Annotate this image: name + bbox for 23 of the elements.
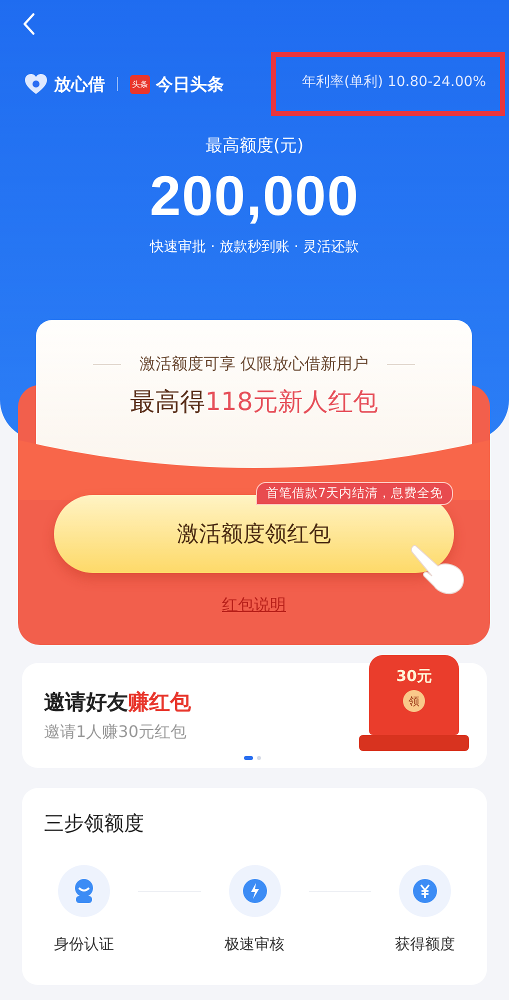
limit-amount: 200,000: [148, 163, 360, 228]
step-label: 极速审核: [224, 935, 284, 954]
invite-title-highlight: 赚红包: [128, 690, 191, 714]
headline-highlight: 118元新人红包: [205, 387, 378, 416]
headline-lead: 最高得: [130, 387, 206, 416]
steps-title: 三步领额度: [44, 810, 145, 837]
lightning-icon: [242, 878, 268, 904]
yen-icon: [412, 878, 438, 904]
rate-text: 年利率(单利) 10.80-24.00%: [271, 52, 505, 116]
brand-name: 放心借: [54, 74, 105, 96]
limit-label: 最高额度(元): [204, 135, 305, 157]
promo-tag: 首笔借款7天内结清，息费全免: [256, 482, 453, 505]
invite-subtitle: 邀请1人赚30元红包: [44, 722, 188, 743]
step-label: 身份认证: [54, 935, 114, 954]
features-text: 快速审批 · 放款秒到账 · 灵活还款: [148, 238, 360, 256]
heart-logo-icon: [24, 73, 48, 95]
promo-subtitle: 激活额度可享 仅限放心借新用户: [139, 354, 369, 375]
back-icon[interactable]: [22, 12, 36, 36]
carousel-dot[interactable]: [257, 756, 261, 760]
partner-name: 今日头条: [156, 74, 224, 96]
partner-logo: 头条: [130, 74, 150, 94]
step-label: 获得额度: [395, 935, 455, 954]
invite-title: 邀请好友: [44, 690, 128, 714]
